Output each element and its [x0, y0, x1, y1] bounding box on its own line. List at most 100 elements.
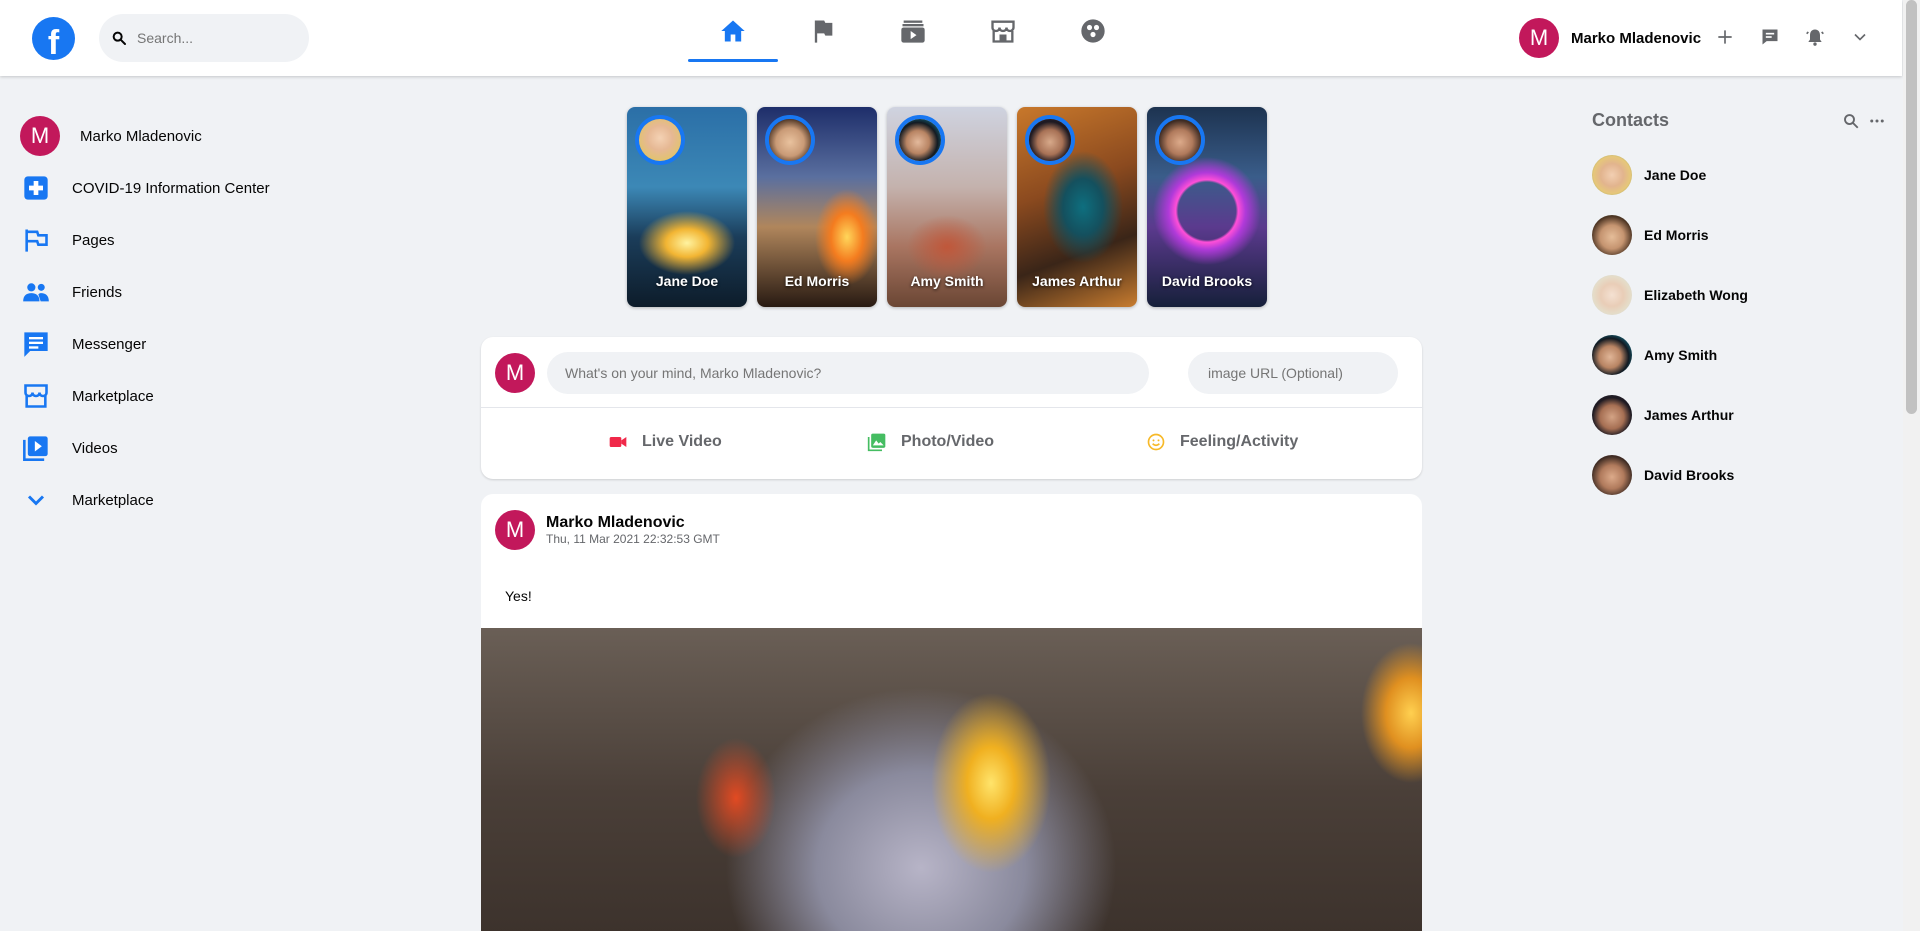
feeling-activity-label: Feeling/Activity [1180, 433, 1299, 450]
video-icon [901, 20, 925, 43]
live-video-button[interactable]: Live Video [608, 429, 722, 455]
post-author[interactable]: Marko Mladenovic [546, 514, 685, 532]
chevron-down-icon [1854, 33, 1866, 41]
notifications-button[interactable] [1802, 24, 1828, 50]
search-input[interactable] [137, 30, 297, 46]
avatar [1029, 119, 1071, 161]
contact-name: Ed Morris [1644, 227, 1709, 243]
post-text: Yes! [505, 588, 532, 604]
sidebar-item-label: Messenger [72, 335, 147, 353]
post-composer: M Live Video Photo/Video Feeling/Activit… [481, 337, 1422, 479]
account-menu-button[interactable] [1847, 24, 1873, 50]
story-avatar [895, 115, 945, 165]
sidebar-item-messenger[interactable]: Messenger [20, 318, 320, 370]
flag-icon [814, 20, 833, 43]
sidebar-item-friends[interactable]: Friends [20, 266, 320, 318]
story-name: Jane Doe [655, 273, 719, 289]
search-bar[interactable] [99, 14, 309, 62]
photo-video-button[interactable]: Photo/Video [867, 429, 994, 455]
avatar: M [1519, 18, 1559, 58]
live-video-label: Live Video [642, 433, 722, 450]
bell-icon [1806, 29, 1824, 46]
sidebar-item-covid[interactable]: COVID-19 Information Center [20, 162, 320, 214]
story-card[interactable]: Amy Smith [887, 107, 1007, 307]
contacts-panel: Contacts Jane Doe Ed Morris Elizabeth Wo… [1592, 110, 1892, 505]
header-user-name: Marko Mladenovic [1571, 29, 1702, 47]
contact-name: Elizabeth Wong [1644, 287, 1748, 303]
create-button[interactable] [1712, 24, 1738, 50]
medical-plus-icon [24, 176, 48, 200]
sidebar-item-label: Videos [72, 439, 118, 457]
divider [481, 407, 1422, 408]
avatar [1592, 335, 1632, 375]
tab-pages[interactable] [778, 0, 868, 62]
avatar [1592, 395, 1632, 435]
more-options-icon[interactable] [1868, 112, 1886, 130]
story-avatar [1155, 115, 1205, 165]
sidebar-item-label: Marko Mladenovic [80, 127, 202, 145]
flag-icon [25, 229, 48, 252]
tab-watch[interactable] [868, 0, 958, 62]
messenger-button[interactable] [1757, 24, 1783, 50]
contact-item[interactable]: Jane Doe [1592, 145, 1892, 205]
store-icon [24, 384, 48, 408]
story-avatar [1025, 115, 1075, 165]
story-card[interactable]: David Brooks [1147, 107, 1267, 307]
feeling-activity-button[interactable]: Feeling/Activity [1146, 429, 1298, 455]
search-icon[interactable] [1842, 112, 1860, 130]
story-name: Ed Morris [784, 273, 850, 289]
live-video-icon [609, 437, 627, 447]
sidebar-item-label: Marketplace [72, 387, 154, 405]
sidebar-item-label: Friends [72, 283, 123, 301]
header-profile[interactable]: M Marko Mladenovic [1519, 18, 1701, 58]
sidebar-item-label: Pages [72, 231, 115, 249]
contact-item[interactable]: Elizabeth Wong [1592, 265, 1892, 325]
sidebar-item-pages[interactable]: Pages [20, 214, 320, 266]
scrollbar-thumb[interactable] [1906, 0, 1917, 414]
avatar [899, 119, 941, 161]
search-icon [112, 31, 126, 45]
post-image[interactable] [481, 628, 1422, 931]
contact-item[interactable]: James Arthur [1592, 385, 1892, 445]
avatar: M [20, 116, 60, 156]
story-name: James Arthur [1032, 273, 1122, 289]
story-name: David Brooks [1161, 273, 1253, 289]
avatar [1592, 155, 1632, 195]
story-avatar [765, 115, 815, 165]
avatar [639, 119, 681, 161]
story-card[interactable]: Ed Morris [757, 107, 877, 307]
left-sidebar: M Marko Mladenovic COVID-19 Information … [20, 110, 320, 526]
chevron-down-icon [27, 495, 45, 506]
tab-home[interactable] [688, 0, 778, 62]
stories-row: Jane Doe Ed Morris Amy Smith James Arthu… [627, 107, 1267, 307]
facebook-logo[interactable]: f [32, 17, 75, 60]
sidebar-item-profile[interactable]: M Marko Mladenovic [20, 110, 320, 162]
sidebar-item-see-more[interactable]: Marketplace [20, 474, 320, 526]
contact-item[interactable]: Amy Smith [1592, 325, 1892, 385]
image-url-input[interactable] [1188, 352, 1398, 394]
status-input[interactable] [547, 352, 1149, 394]
store-icon [991, 20, 1015, 43]
avatar[interactable]: M [495, 510, 535, 550]
story-card[interactable]: James Arthur [1017, 107, 1137, 307]
people-icon [23, 283, 49, 302]
messenger-icon [1762, 29, 1778, 45]
avatar [1592, 215, 1632, 255]
story-card[interactable]: Jane Doe [627, 107, 747, 307]
contact-name: Jane Doe [1644, 167, 1707, 183]
sidebar-item-marketplace[interactable]: Marketplace [20, 370, 320, 422]
avatar: M [495, 353, 535, 393]
tab-marketplace[interactable] [958, 0, 1048, 62]
sidebar-item-label: COVID-19 Information Center [72, 179, 270, 197]
story-avatar [635, 115, 685, 165]
sidebar-item-videos[interactable]: Videos [20, 422, 320, 474]
top-navbar: f M Marko Mladenovic [0, 0, 1902, 76]
contact-item[interactable]: Ed Morris [1592, 205, 1892, 265]
page-scrollbar[interactable] [1903, 0, 1920, 931]
avatar [769, 119, 811, 161]
contact-item[interactable]: David Brooks [1592, 445, 1892, 505]
contact-name: Amy Smith [1644, 347, 1718, 363]
chat-icon [24, 332, 48, 357]
tab-groups[interactable] [1048, 0, 1138, 62]
smile-icon [1147, 433, 1165, 451]
